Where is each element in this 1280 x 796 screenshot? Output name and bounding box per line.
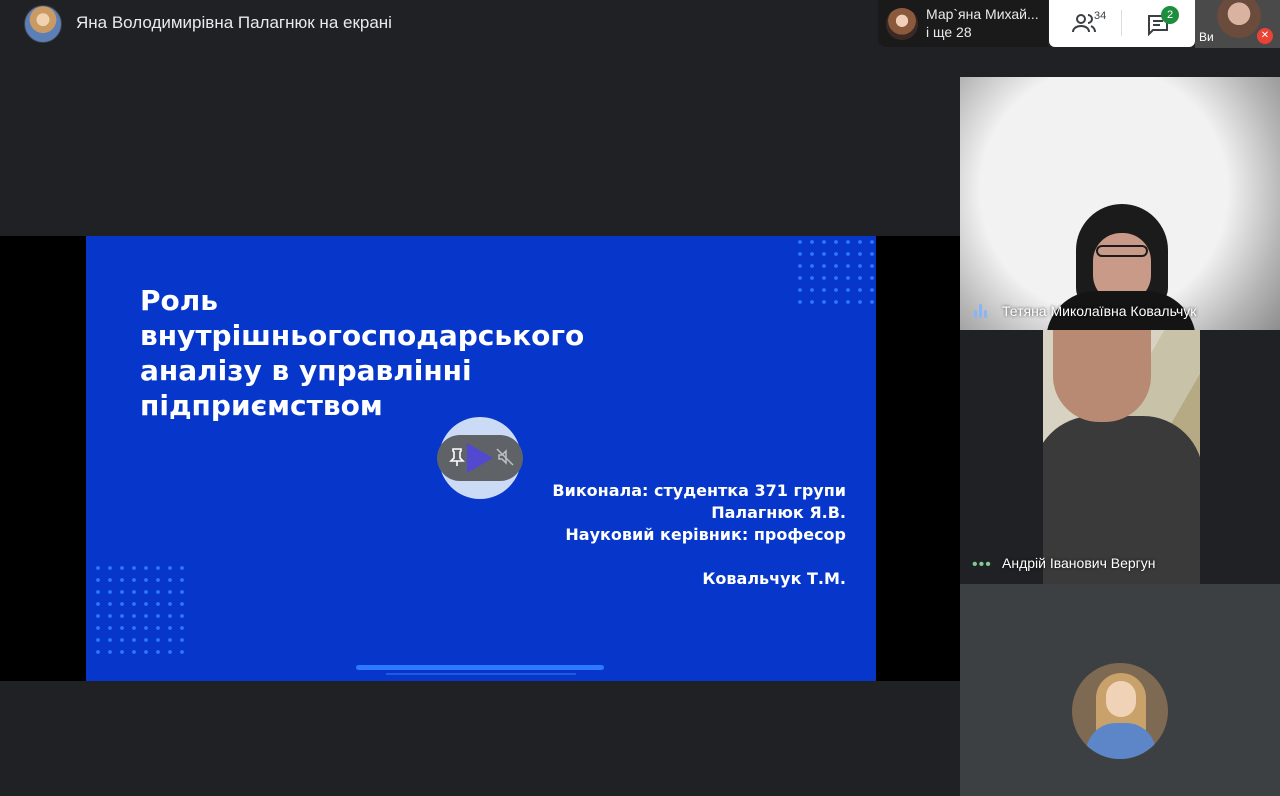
slide-author-line: Ковальчук Т.М. xyxy=(702,569,846,588)
slide-author-line: Палагнюк Я.В. xyxy=(711,503,846,522)
presenting-title: Яна Володимирівна Палагнюк на екрані xyxy=(76,13,392,32)
chat-badge: 2 xyxy=(1161,6,1179,24)
people-count: 34 xyxy=(1094,10,1107,22)
participant-avatar xyxy=(1072,663,1168,759)
people-button[interactable]: 34 xyxy=(1063,6,1123,40)
participant-name: Андрій Іванович Вергун xyxy=(1002,555,1156,571)
slide-title: Роль внутрішньогосподарського аналізу в … xyxy=(140,283,700,423)
slide-title-line: Роль xyxy=(140,284,218,317)
controls-divider xyxy=(1121,10,1122,36)
decorative-dots xyxy=(92,562,188,654)
mic-off-icon: ✕ xyxy=(1257,28,1273,44)
participant-avatar xyxy=(886,8,918,40)
play-icon[interactable] xyxy=(467,443,493,473)
slide-title-line: внутрішньогосподарського xyxy=(140,319,585,352)
slide-title-line: аналізу в управлінні xyxy=(140,354,472,387)
participant-video xyxy=(1096,245,1148,257)
participant-tile[interactable]: Тетяна Миколаївна Ковальчук xyxy=(960,77,1280,330)
slide-decor-bar xyxy=(386,673,576,675)
participant-tile[interactable] xyxy=(960,584,1280,796)
participant-name: Тетяна Миколаївна Ковальчук xyxy=(1002,303,1197,319)
self-view-tile[interactable]: Ви ✕ xyxy=(1195,0,1280,48)
top-bar: Яна Володимирівна Палагнюк на екрані Мар… xyxy=(0,0,1280,48)
decorative-dots xyxy=(794,236,874,308)
participants-more: і ще 28 xyxy=(926,24,972,40)
tile-hover-controls xyxy=(437,435,523,481)
self-name: Ви xyxy=(1199,30,1214,44)
chat-button[interactable]: 2 xyxy=(1133,6,1193,40)
presenter-avatar xyxy=(24,5,62,43)
slide-author-line: Науковий керівник: професор xyxy=(565,525,846,544)
participant-video xyxy=(1043,330,1200,584)
participant-tile[interactable]: ••• Андрій Іванович Вергун xyxy=(960,330,1280,584)
self-video xyxy=(1217,0,1261,38)
pin-icon[interactable] xyxy=(447,447,467,467)
participant-name: Мар`яна Михай... xyxy=(926,6,1039,22)
more-options-icon[interactable]: ••• xyxy=(972,556,992,574)
participants-chip[interactable]: Мар`яна Михай... і ще 28 xyxy=(878,0,1048,47)
mute-tab-icon[interactable] xyxy=(495,447,515,467)
slide-title-line: підприємством xyxy=(140,389,383,422)
speaking-indicator-icon xyxy=(974,304,990,318)
people-icon xyxy=(1072,14,1096,33)
meeting-controls: 34 2 xyxy=(1049,0,1195,47)
slide-decor-bar xyxy=(356,665,604,670)
